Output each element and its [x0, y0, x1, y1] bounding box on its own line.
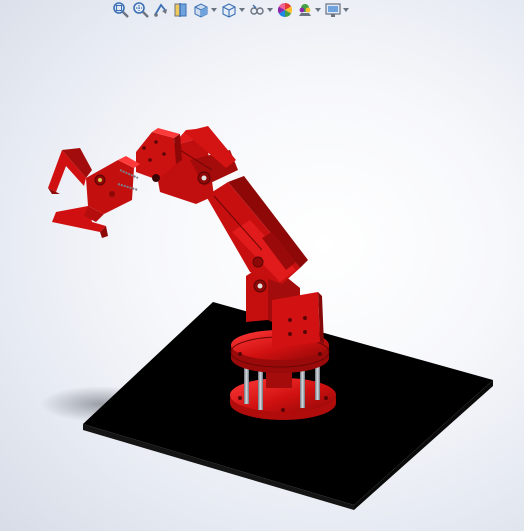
gripper[interactable]	[48, 148, 140, 238]
graphics-area[interactable]	[0, 0, 524, 531]
model-scene[interactable]	[0, 0, 524, 531]
upper-arm-link[interactable]	[206, 176, 308, 284]
